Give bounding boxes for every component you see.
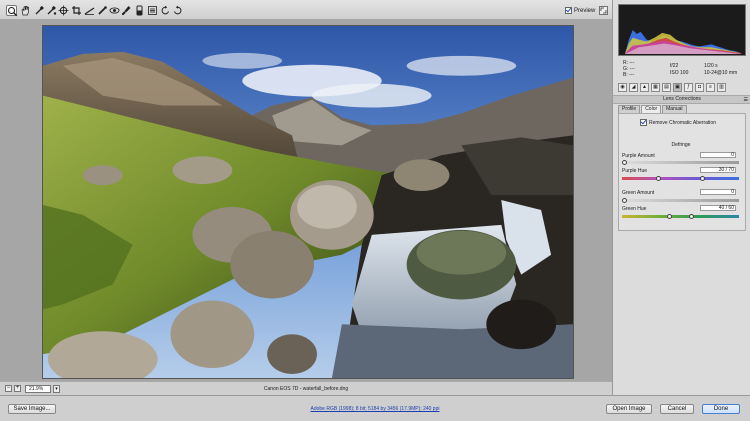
- preview-label: Preview: [574, 7, 596, 14]
- green-hue-slider[interactable]: [622, 214, 739, 219]
- photo-preview[interactable]: [42, 25, 574, 379]
- b-value: ---: [629, 72, 635, 78]
- tone-curve-tab-icon[interactable]: ◢: [629, 83, 638, 92]
- purple-amount-slider[interactable]: [622, 160, 739, 165]
- shutter-speed: 1/20 s: [704, 63, 718, 69]
- purple-amount-label: Purple Amount: [622, 153, 655, 159]
- straighten-icon: [84, 7, 95, 15]
- waterfall-photo-image: [43, 26, 573, 378]
- image-filename: Canon EOS 7D - waterfall_before.dng: [263, 386, 349, 392]
- straighten-tool-button[interactable]: [84, 5, 95, 16]
- tab-color[interactable]: Color: [641, 105, 662, 113]
- spot-removal-tool-button[interactable]: [97, 5, 108, 16]
- crop-icon: [72, 6, 81, 15]
- green-amount-thumb[interactable]: [622, 198, 627, 203]
- green-hue-label: Green Hue: [622, 206, 647, 212]
- hand-icon: [21, 5, 30, 16]
- purple-hue-value[interactable]: 30 / 70: [700, 167, 736, 173]
- preferences-button[interactable]: [147, 5, 158, 16]
- open-image-button[interactable]: Open Image: [606, 404, 652, 414]
- toolbar: Preview: [0, 0, 612, 20]
- detail-tab-icon[interactable]: ▲: [640, 83, 649, 92]
- lens-corrections-title: Lens Corrections: [663, 96, 701, 102]
- purple-hue-low-thumb[interactable]: [655, 176, 661, 181]
- purple-amount-value[interactable]: 0: [700, 152, 736, 158]
- snapshots-tab-icon[interactable]: ▥: [717, 83, 726, 92]
- rotate-left-icon: [161, 5, 169, 15]
- crop-tool-button[interactable]: [71, 5, 82, 16]
- color-sampler-icon: [47, 5, 57, 15]
- remove-chromatic-aberration-label: Remove Chromatic Aberration: [649, 119, 716, 126]
- red-eye-tool-button[interactable]: [109, 5, 120, 16]
- green-amount-slider[interactable]: [622, 198, 739, 203]
- spot-removal-icon: [98, 6, 107, 15]
- lens-focal-length: 10-24@10 mm: [704, 70, 738, 76]
- remove-chromatic-aberration-checkbox[interactable]: [640, 119, 647, 126]
- green-amount-label: Green Amount: [622, 190, 655, 196]
- status-bar: − + 21.9% ▾ Canon EOS 7D - waterfall_bef…: [0, 381, 612, 395]
- fullscreen-icon[interactable]: [599, 6, 608, 15]
- white-balance-tool-button[interactable]: [34, 5, 45, 16]
- section-title: Lens Corrections ☰: [613, 95, 750, 104]
- adjustment-panel: R: --- G: --- B: --- f/22 1/20 s ISO 100…: [612, 0, 750, 395]
- panel-tab-icons: ◉ ◢ ▲ ▦ ▤ ▣ ƒ ◘ ≡ ▥: [618, 83, 746, 93]
- split-toning-tab-icon[interactable]: ▤: [662, 83, 671, 92]
- hsl-tab-icon[interactable]: ▦: [651, 83, 660, 92]
- graduated-filter-icon: [136, 5, 143, 16]
- iso: ISO 100: [670, 70, 689, 76]
- remove-chromatic-aberration-option[interactable]: Remove Chromatic Aberration: [640, 119, 716, 126]
- adjustment-brush-tool-button[interactable]: [121, 5, 132, 16]
- workflow-options-link[interactable]: Adobe RGB (1998); 8 bit; 5184 by 3456 (1…: [200, 406, 550, 412]
- green-hue-value[interactable]: 40 / 60: [700, 205, 736, 211]
- red-eye-icon: [109, 7, 120, 14]
- b-label: B:: [623, 72, 628, 78]
- adjustment-brush-icon: [122, 6, 131, 15]
- zoom-tool-button[interactable]: [6, 5, 18, 17]
- image-canvas[interactable]: [0, 20, 612, 381]
- save-image-button[interactable]: Save Image...: [8, 404, 56, 414]
- preview-toggle[interactable]: Preview: [565, 7, 595, 14]
- purple-hue-label: Purple Hue: [622, 168, 648, 174]
- cancel-button[interactable]: Cancel: [660, 404, 694, 414]
- presets-tab-icon[interactable]: ≡: [706, 83, 715, 92]
- rotate-right-button[interactable]: [172, 5, 183, 16]
- graduated-filter-tool-button[interactable]: [134, 5, 145, 16]
- preview-checkbox[interactable]: [565, 7, 572, 14]
- histogram-graph: [624, 30, 742, 55]
- rotate-left-button[interactable]: [160, 5, 171, 16]
- green-amount-value[interactable]: 0: [700, 189, 736, 195]
- lens-corrections-tab-icon[interactable]: ▣: [673, 83, 682, 92]
- hand-tool-button[interactable]: [20, 5, 31, 16]
- lens-corrections-tabs: Profile Color Manual: [618, 105, 687, 113]
- preferences-icon: [148, 6, 157, 15]
- green-hue-low-thumb[interactable]: [666, 214, 672, 219]
- purple-amount-thumb[interactable]: [622, 160, 627, 165]
- basic-tab-icon[interactable]: ◉: [618, 83, 627, 92]
- aperture: f/22: [670, 63, 679, 69]
- tab-profile[interactable]: Profile: [618, 105, 641, 113]
- white-balance-icon: [35, 5, 44, 15]
- image-info: R: --- G: --- B: --- f/22 1/20 s ISO 100…: [618, 60, 746, 80]
- histogram: [618, 4, 746, 56]
- tab-manual[interactable]: Manual: [662, 105, 687, 113]
- camera-calibration-tab-icon[interactable]: ◘: [695, 83, 704, 92]
- done-button[interactable]: Done: [702, 404, 740, 414]
- effects-tab-icon[interactable]: ƒ: [684, 83, 693, 92]
- bottom-bar: Save Image... Adobe RGB (1998); 8 bit; 5…: [0, 395, 750, 421]
- rotate-right-icon: [174, 5, 182, 15]
- zoom-icon: [7, 6, 18, 17]
- panel-menu-icon[interactable]: ☰: [744, 97, 748, 104]
- purple-hue-slider[interactable]: [622, 176, 739, 181]
- defringe-title: Defringe: [671, 142, 691, 148]
- targeted-adjustment-tool-button[interactable]: [58, 5, 69, 16]
- targeted-adjustment-icon: [58, 5, 69, 16]
- color-sampler-tool-button[interactable]: [46, 5, 57, 16]
